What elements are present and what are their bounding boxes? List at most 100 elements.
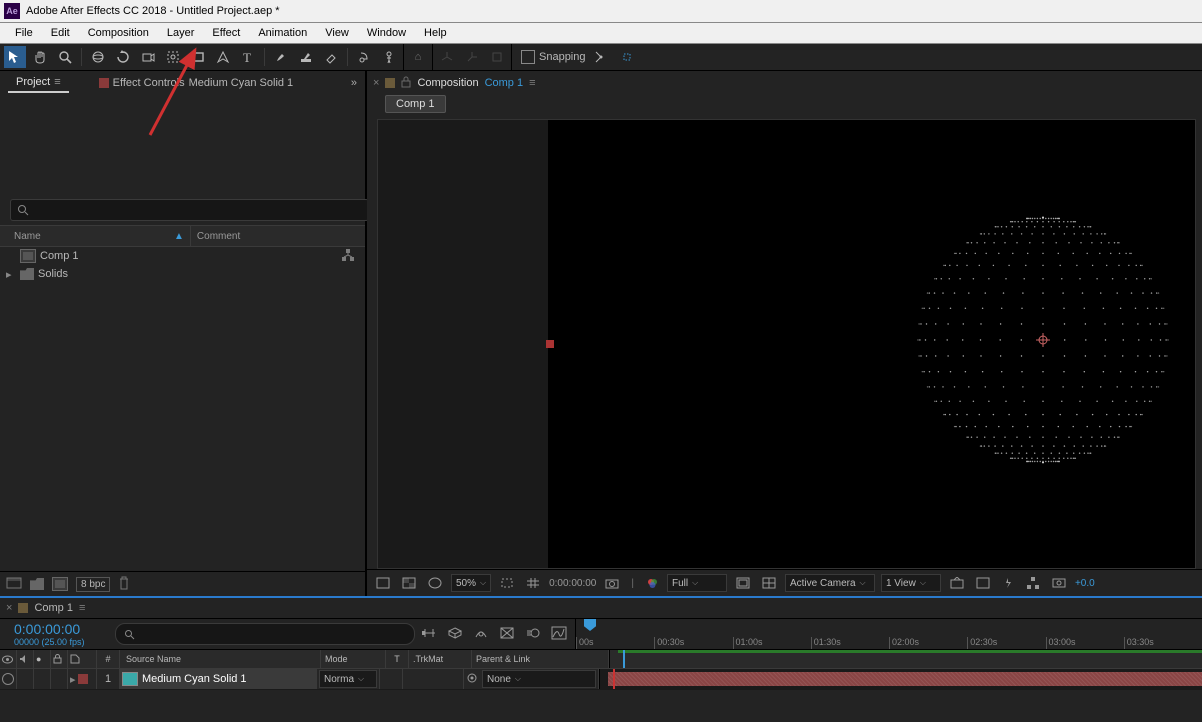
puppet-tool[interactable] — [378, 46, 400, 68]
bpc-label[interactable]: 8 bpc — [76, 577, 110, 592]
anchor-point-icon[interactable] — [1036, 333, 1050, 347]
lock-icon[interactable] — [401, 76, 411, 91]
snapping-checkbox[interactable] — [521, 50, 535, 64]
safe-zones-icon[interactable] — [759, 577, 779, 589]
channel-icon[interactable] — [643, 577, 661, 589]
pixel-aspect-icon[interactable] — [973, 577, 993, 589]
col-source-name[interactable]: Source Name — [120, 650, 321, 668]
zoom-tool[interactable] — [54, 46, 76, 68]
share-view-icon[interactable] — [947, 577, 967, 589]
sort-indicator-icon[interactable]: ▲ — [174, 231, 184, 242]
roi-toggle-icon[interactable] — [733, 577, 753, 589]
new-comp-icon[interactable] — [52, 577, 68, 591]
pan-behind-tool[interactable] — [162, 46, 184, 68]
snapshot-icon[interactable] — [602, 577, 622, 589]
layer-row[interactable]: ▸ 1 Medium Cyan Solid 1 Norma None — [0, 669, 1202, 690]
menu-view[interactable]: View — [316, 25, 358, 41]
grid-icon[interactable] — [523, 577, 543, 589]
resolution-dropdown[interactable]: Full — [667, 574, 727, 592]
fast-preview-icon[interactable] — [999, 577, 1017, 589]
work-area-bar[interactable] — [618, 650, 1202, 653]
parent-dropdown[interactable]: None — [482, 670, 596, 688]
roto-tool[interactable] — [353, 46, 375, 68]
menu-file[interactable]: File — [6, 25, 42, 41]
visibility-toggle[interactable] — [2, 673, 14, 685]
layer-name[interactable]: Medium Cyan Solid 1 — [142, 673, 247, 685]
clone-tool[interactable] — [295, 46, 317, 68]
frame-blend-icon[interactable] — [499, 626, 515, 643]
mask-icon[interactable] — [425, 577, 445, 589]
snap-edge-icon[interactable] — [590, 46, 612, 68]
graph-editor-icon[interactable] — [551, 626, 567, 643]
col-lock-icon[interactable] — [51, 650, 68, 668]
timeline-icon[interactable] — [1023, 577, 1043, 589]
new-folder-icon[interactable] — [30, 578, 44, 590]
timeline-tab[interactable]: Comp 1 — [34, 602, 73, 614]
snap-center-icon[interactable] — [616, 46, 638, 68]
blend-mode-dropdown[interactable]: Norma — [319, 670, 377, 688]
draft-3d-icon[interactable] — [447, 626, 463, 643]
col-comment[interactable]: Comment — [191, 231, 240, 242]
menu-effect[interactable]: Effect — [203, 25, 249, 41]
close-tab-icon[interactable]: × — [6, 602, 12, 614]
col-name[interactable]: Name — [14, 231, 174, 242]
camera-tool[interactable] — [137, 46, 159, 68]
menu-animation[interactable]: Animation — [249, 25, 316, 41]
col-index[interactable]: # — [97, 650, 120, 668]
twirl-icon[interactable]: ▸ — [6, 268, 16, 281]
layer-duration-bar[interactable] — [608, 672, 1202, 686]
orbit-tool[interactable] — [87, 46, 109, 68]
local-axis-icon[interactable] — [436, 46, 458, 68]
col-audio-icon[interactable] — [17, 650, 34, 668]
menu-layer[interactable]: Layer — [158, 25, 204, 41]
hide-shy-icon[interactable] — [473, 626, 489, 643]
col-solo-icon[interactable]: ● — [34, 650, 51, 668]
project-item-comp[interactable]: Comp 1 — [0, 247, 365, 265]
project-search-input[interactable] — [10, 199, 369, 221]
selection-tool[interactable] — [4, 46, 26, 68]
layer-handle[interactable] — [546, 340, 554, 348]
menu-window[interactable]: Window — [358, 25, 415, 41]
eraser-tool[interactable] — [320, 46, 342, 68]
composition-viewer[interactable] — [377, 119, 1196, 569]
col-trkmat[interactable]: .TrkMat — [409, 650, 472, 668]
col-label-icon[interactable] — [68, 650, 97, 668]
motion-blur-icon[interactable] — [525, 626, 541, 643]
roi-icon[interactable] — [497, 577, 517, 589]
hand-tool[interactable] — [29, 46, 51, 68]
menu-composition[interactable]: Composition — [79, 25, 158, 41]
zoom-dropdown[interactable]: 50% — [451, 574, 491, 592]
interpret-footage-icon[interactable] — [6, 576, 22, 593]
viewer-time[interactable]: 0:00:00:00 — [549, 578, 596, 589]
rectangle-tool[interactable] — [187, 46, 209, 68]
text-tool[interactable]: T — [237, 46, 259, 68]
playhead-line[interactable] — [623, 650, 625, 668]
render-icon[interactable] — [1049, 577, 1069, 589]
delete-icon[interactable] — [118, 576, 130, 593]
panel-overflow-icon[interactable]: » — [351, 77, 357, 89]
views-dropdown[interactable]: 1 View — [881, 574, 941, 592]
menu-help[interactable]: Help — [415, 25, 456, 41]
comp-mini-flowchart-icon[interactable] — [421, 626, 437, 643]
close-tab-icon[interactable]: × — [373, 77, 379, 89]
col-parent[interactable]: Parent & Link — [472, 650, 609, 668]
flowchart-icon[interactable] — [341, 249, 355, 264]
pen-tool[interactable] — [212, 46, 234, 68]
twirl-icon[interactable]: ▸ — [70, 673, 76, 686]
menu-edit[interactable]: Edit — [42, 25, 79, 41]
brush-tool[interactable] — [270, 46, 292, 68]
layer-label-swatch[interactable] — [78, 674, 88, 684]
comp-name-link[interactable]: Comp 1 — [485, 77, 524, 89]
exposure-value[interactable]: +0.0 — [1075, 578, 1095, 589]
view-axis-icon[interactable] — [486, 46, 508, 68]
time-ruler[interactable]: 00s00:30s01:00s01:30s02:00s02:30s03:00s0… — [576, 631, 1202, 649]
col-t[interactable]: T — [386, 650, 409, 668]
current-time[interactable]: 0:00:00:00 — [14, 621, 109, 637]
world-axis-icon[interactable] — [461, 46, 483, 68]
camera-dropdown[interactable]: Active Camera — [785, 574, 875, 592]
col-eye-icon[interactable] — [0, 650, 17, 668]
viewer-tab[interactable]: Comp 1 — [385, 95, 446, 113]
col-mode[interactable]: Mode — [321, 650, 386, 668]
home-icon[interactable]: ⌂ — [407, 46, 429, 68]
timeline-search-input[interactable] — [115, 623, 415, 645]
